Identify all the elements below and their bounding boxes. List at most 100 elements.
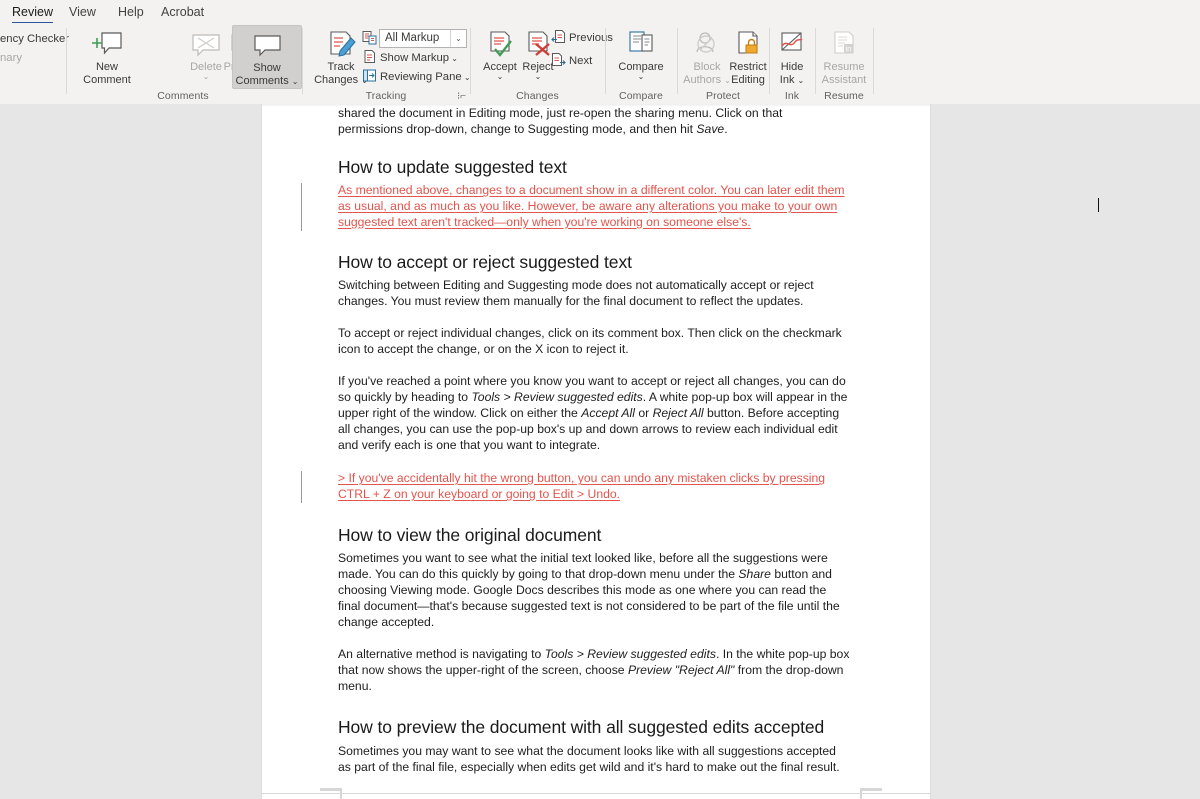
tab-view[interactable]: View: [63, 2, 102, 25]
group-divider-8: [873, 28, 874, 94]
hide-ink-label-line1: Hide: [780, 61, 804, 73]
table-handle-right[interactable]: [860, 788, 882, 791]
display-for-review-combo[interactable]: All Markup ⌄: [379, 29, 467, 48]
paragraph-switching[interactable]: Switching between Editing and Suggesting…: [338, 278, 816, 310]
new-comment-icon: [76, 29, 138, 59]
italic-accept-all: Accept All: [581, 405, 635, 420]
text-caret: [1098, 198, 1100, 212]
resume-assistant-icon: in: [817, 29, 871, 59]
new-comment-label-line2: Comment: [83, 73, 131, 86]
previous-change-button[interactable]: Previous: [551, 29, 613, 47]
group-proofing-clipped: ency Checker nary: [0, 23, 69, 104]
show-comments-chevron-down-icon[interactable]: ⌄: [292, 77, 299, 86]
compare-icon: [616, 29, 666, 59]
track-changes-label-line1: Track: [327, 61, 355, 73]
table-handle-left-stem[interactable]: [340, 788, 342, 799]
group-tracking: Track Changes ⌄ All Markup ⌄: [303, 23, 471, 104]
ribbon: Review View Help Acrobat ency Checker na…: [0, 0, 1200, 105]
accept-change-button[interactable]: Accept ⌄: [479, 25, 521, 80]
show-comments-icon: [233, 30, 301, 60]
new-comment-button[interactable]: New Comment: [76, 25, 138, 86]
hide-ink-chevron-down-icon[interactable]: ⌄: [798, 76, 805, 85]
tab-acrobat[interactable]: Acrobat: [155, 2, 210, 25]
compare-chevron-down-icon[interactable]: ⌄: [616, 72, 666, 80]
heading-how-to-update[interactable]: How to update suggested text: [338, 157, 567, 178]
heading-view-original[interactable]: How to view the original document: [338, 525, 601, 546]
paragraph-intro-tail[interactable]: shared the document in Editing mode, jus…: [338, 106, 850, 138]
document-page[interactable]: shared the document in Editing mode, jus…: [262, 104, 1100, 799]
paragraph-individual-changes[interactable]: To accept or reject individual changes, …: [338, 326, 846, 358]
italic-tools-review-2: Tools > Review suggested edits: [544, 647, 716, 661]
italic-reject-all: Reject All: [652, 405, 704, 420]
svg-text:in: in: [845, 45, 851, 54]
group-changes: Accept ⌄ Reject ⌄ Previous Next Changes: [471, 23, 613, 104]
group-label-resume: Resume: [824, 90, 864, 102]
hide-ink-label-line2: Ink ⌄: [779, 73, 805, 86]
group-compare: Compare ⌄ Compare: [606, 23, 676, 104]
show-comments-label-line2: Comments ⌄: [235, 74, 299, 87]
italic-save: Save: [696, 121, 725, 136]
resume-assistant-button[interactable]: in Resume Assistant: [817, 25, 871, 86]
restrict-editing-button[interactable]: Restrict Editing: [724, 25, 772, 86]
show-comments-label-line1: Show: [253, 62, 281, 74]
change-bar-2: [301, 471, 303, 503]
display-for-review-icon: [362, 30, 377, 50]
group-comments: New Comment Delete ⌄ Show Comments ⌄ Com…: [67, 23, 302, 104]
italic-preview-reject-all: Preview "Reject All": [627, 662, 735, 677]
previous-change-icon: [551, 29, 566, 44]
thesaurus-label: nary: [0, 52, 22, 64]
inserted-paragraph-undo[interactable]: > If you've accidentally hit the wrong b…: [338, 471, 828, 503]
show-markup-button[interactable]: Show Markup ⌄: [362, 49, 458, 67]
paragraph-preview-wild[interactable]: Sometimes you may want to see what the d…: [338, 744, 850, 776]
document-workspace[interactable]: shared the document in Editing mode, jus…: [0, 104, 1200, 799]
tab-review[interactable]: Review: [6, 2, 59, 25]
show-markup-chevron-down-icon[interactable]: ⌄: [449, 54, 458, 63]
accept-chevron-down-icon[interactable]: ⌄: [479, 72, 521, 80]
group-label-ink: Ink: [784, 90, 800, 102]
reject-chevron-down-icon[interactable]: ⌄: [517, 72, 559, 80]
group-label-comments: Comments: [157, 90, 209, 102]
next-change-button[interactable]: Next: [551, 52, 592, 70]
heading-accept-reject[interactable]: How to accept or reject suggested text: [338, 252, 632, 273]
heading-preview-accepted[interactable]: How to preview the document with all sug…: [338, 717, 824, 738]
tab-help[interactable]: Help: [112, 2, 150, 25]
accessibility-checker-button[interactable]: ency Checker: [0, 30, 69, 48]
thesaurus-button[interactable]: nary: [0, 49, 22, 67]
restrict-editing-label-line1: Restrict: [729, 61, 767, 73]
ribbon-body: ency Checker nary New Comment Delete ⌄ S…: [0, 23, 1200, 104]
hide-ink-icon: [773, 29, 811, 59]
paragraph-all-changes[interactable]: If you've reached a point where you know…: [338, 374, 853, 454]
group-protect: Block Authors ⌄ Restrict Editing Protect: [678, 23, 768, 104]
paragraph-alternative-method[interactable]: An alternative method is navigating to T…: [338, 647, 850, 695]
paragraph-view-original[interactable]: Sometimes you want to see what the initi…: [338, 551, 850, 631]
group-label-compare: Compare: [619, 90, 663, 102]
resume-assistant-label-line1: Resume: [823, 61, 865, 73]
tracking-dialog-launcher-icon[interactable]: ⁝⌐: [456, 91, 467, 102]
table-top-border: [262, 793, 930, 794]
hide-ink-button[interactable]: Hide Ink ⌄: [773, 25, 811, 87]
reviewing-pane-button[interactable]: Reviewing Pane ⌄: [362, 68, 471, 86]
group-label-changes: Changes: [516, 90, 559, 102]
show-markup-icon: [362, 49, 377, 64]
table-handle-left[interactable]: [320, 788, 342, 791]
group-label-protect: Protect: [706, 90, 740, 102]
group-resume: in Resume Assistant Resume: [816, 23, 872, 104]
compare-button[interactable]: Compare ⌄: [616, 25, 666, 80]
group-label-tracking: Tracking: [365, 90, 407, 102]
accessibility-checker-label: ency Checker: [0, 33, 70, 45]
track-changes-label-line2: Changes ⌄: [313, 74, 369, 88]
track-changes-icon: [313, 29, 369, 59]
table-handle-right-stem[interactable]: [860, 788, 862, 799]
show-comments-button[interactable]: Show Comments ⌄: [232, 25, 302, 89]
next-change-label: Next: [569, 55, 593, 67]
delete-comment-chevron-down-icon[interactable]: ⌄: [182, 72, 230, 80]
change-bar-1: [301, 183, 303, 231]
next-change-icon: [551, 52, 566, 67]
restrict-editing-label-line2: Editing: [731, 73, 765, 86]
display-for-review-chevron-down-icon[interactable]: ⌄: [450, 30, 466, 47]
track-changes-button[interactable]: Track Changes ⌄: [313, 25, 369, 87]
show-markup-label: Show Markup: [380, 52, 450, 64]
new-comment-label-line1: New: [95, 61, 118, 73]
inserted-paragraph-update[interactable]: As mentioned above, changes to a documen…: [338, 183, 846, 231]
group-ink: Hide Ink ⌄ Ink: [770, 23, 814, 104]
